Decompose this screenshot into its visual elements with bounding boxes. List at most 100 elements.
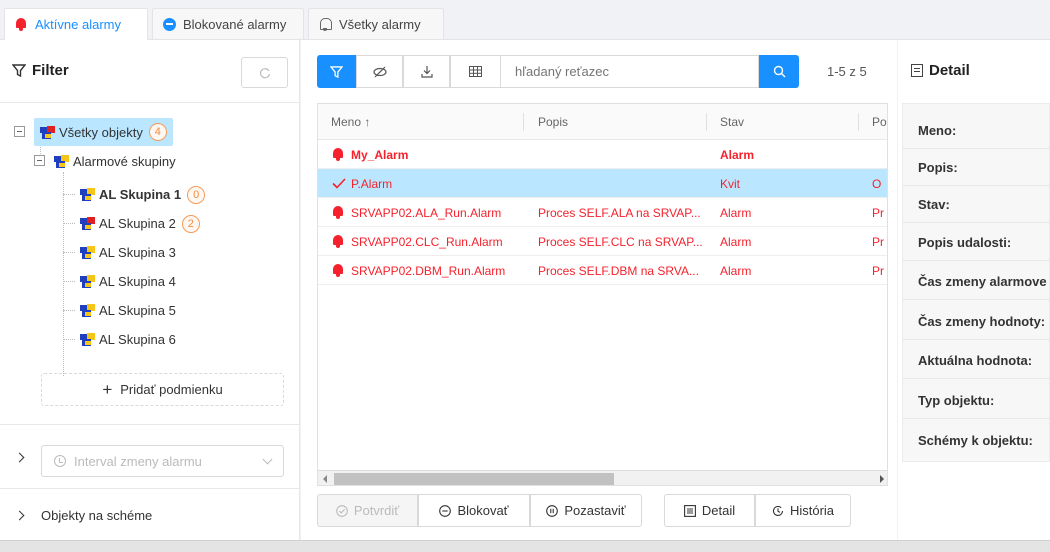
checkmark-icon — [332, 178, 346, 189]
cell-state: Kvit — [720, 176, 741, 191]
table-row[interactable]: SRVAPP02.DBM_Run.Alarm Proces SELF.DBM n… — [318, 256, 887, 285]
object-icon — [80, 333, 95, 346]
detail-field-state: Stav: — [903, 187, 1050, 223]
download-icon — [420, 66, 433, 78]
cell-text: SRVAPP02.DBM_Run.Alarm — [351, 263, 506, 278]
alarm-list-panel: 1-5 z 5 Meno ↑ Popis Stav Po My_Alarm Al… — [301, 40, 897, 552]
history-button[interactable]: História — [755, 494, 851, 527]
tree-line — [63, 223, 75, 224]
plus-icon: + — [102, 380, 113, 399]
scroll-right-icon[interactable] — [880, 475, 884, 483]
chevron-right-icon[interactable] — [14, 452, 25, 463]
tree-node-al-skupina-2[interactable]: AL Skupina 2 2 — [80, 209, 200, 238]
hide-button[interactable] — [356, 55, 403, 88]
scrollbar-thumb[interactable] — [334, 473, 614, 485]
tree-line — [63, 252, 75, 253]
tree-node-label: AL Skupina 3 — [99, 245, 176, 260]
pause-label: Pozastaviť — [564, 503, 626, 518]
column-header-description[interactable]: Popis — [538, 104, 568, 140]
tab-label: Všetky alarmy — [339, 16, 421, 32]
filter-panel: Filter Všetky objekty 4 Alarmové skupiny… — [0, 40, 300, 552]
detail-label: Detail — [701, 503, 736, 518]
cell-state: Alarm — [720, 263, 752, 278]
filter-header: Filter — [0, 40, 300, 103]
cell-name: P.Alarm — [332, 169, 392, 198]
cell-extra: O — [872, 176, 882, 191]
tree-line — [63, 194, 75, 195]
interval-select[interactable]: Interval zmeny alarmu — [41, 445, 284, 477]
pause-button[interactable]: Pozastaviť — [530, 494, 642, 527]
bell-icon — [332, 206, 344, 219]
table-icon — [469, 66, 482, 77]
eye-invisible-icon — [372, 66, 387, 77]
cell-description: Proces SELF.DBM na SRVA... — [538, 263, 699, 278]
table-row[interactable]: SRVAPP02.CLC_Run.Alarm Proces SELF.CLC n… — [318, 227, 887, 256]
filter-toggle-button[interactable] — [317, 55, 356, 88]
table-row[interactable]: SRVAPP02.ALA_Run.Alarm Proces SELF.ALA n… — [318, 198, 887, 227]
detail-title: Detail — [911, 62, 970, 79]
tree-line — [63, 281, 75, 282]
detail-field-value-change-time: Čas zmeny hodnoty: — [903, 304, 1050, 340]
tree-node-al-skupina-1[interactable]: AL Skupina 1 0 — [80, 180, 206, 209]
detail-button[interactable]: Detail — [664, 494, 755, 527]
detail-title-label: Detail — [929, 62, 970, 79]
column-header-state[interactable]: Stav — [720, 104, 744, 140]
tree-node-all-objects[interactable]: Všetky objekty 4 — [34, 118, 173, 146]
tab-all-alarms[interactable]: Všetky alarmy — [308, 8, 444, 40]
objects-on-scheme-label: Objekty na schéme — [41, 507, 153, 523]
collapse-group-toggle[interactable] — [34, 155, 45, 166]
detail-field-object-type: Typ objektu: — [903, 383, 1050, 419]
table-row[interactable]: P.Alarm Kvit O — [318, 169, 887, 198]
interval-placeholder: Interval zmeny alarmu — [74, 453, 202, 469]
objects-on-scheme-row[interactable]: Objekty na schéme — [0, 502, 300, 528]
object-icon — [40, 125, 55, 139]
confirm-button[interactable]: Potvrdiť — [317, 494, 418, 527]
bell-icon — [332, 148, 344, 161]
interval-filter-row: Interval zmeny alarmu — [0, 424, 300, 489]
table-header: Meno ↑ Popis Stav Po — [318, 104, 887, 140]
column-separator — [858, 113, 859, 131]
bell-icon — [332, 235, 344, 248]
column-header-extra[interactable]: Po — [872, 104, 887, 140]
cell-text: SRVAPP02.ALA_Run.Alarm — [351, 205, 502, 220]
cell-state: Alarm — [720, 147, 755, 162]
cell-text: SRVAPP02.CLC_Run.Alarm — [351, 234, 503, 249]
search-button[interactable] — [759, 55, 799, 88]
export-button[interactable] — [403, 55, 450, 88]
tree-node-al-skupina-6[interactable]: AL Skupina 6 — [80, 325, 176, 354]
cell-state: Alarm — [720, 205, 752, 220]
table-row[interactable]: My_Alarm Alarm — [318, 140, 887, 169]
confirm-label: Potvrdiť — [353, 503, 400, 518]
tree-node-al-skupina-4[interactable]: AL Skupina 4 — [80, 267, 176, 296]
detail-field-name: Meno: — [903, 113, 1050, 149]
result-count: 1-5 z 5 — [827, 64, 867, 79]
object-icon — [54, 155, 69, 168]
reset-filter-button[interactable] — [241, 57, 288, 88]
cell-name: SRVAPP02.CLC_Run.Alarm — [332, 227, 503, 256]
search-input[interactable] — [500, 55, 759, 88]
status-strip — [0, 540, 1050, 552]
tab-active-alarms[interactable]: Aktívne alarmy — [4, 8, 148, 40]
filter-title-label: Filter — [32, 62, 69, 79]
column-separator — [706, 113, 707, 131]
tree-node-label: AL Skupina 2 — [99, 216, 176, 231]
tree-node-al-skupina-5[interactable]: AL Skupina 5 — [80, 296, 176, 325]
detail-icon — [911, 64, 923, 77]
tree-node-alarm-groups[interactable]: Alarmové skupiny — [54, 147, 176, 176]
add-condition-button[interactable]: + Pridať podmienku — [41, 373, 284, 406]
horizontal-scrollbar[interactable] — [318, 470, 887, 485]
column-header-name[interactable]: Meno ↑ — [331, 104, 370, 140]
cell-state: Alarm — [720, 234, 752, 249]
tab-blocked-alarms[interactable]: Blokované alarmy — [152, 8, 304, 40]
scroll-left-icon[interactable] — [323, 475, 327, 483]
detail-field-event-description: Popis udalosti: — [903, 225, 1050, 261]
tree-line — [63, 339, 75, 340]
tree-node-al-skupina-3[interactable]: AL Skupina 3 — [80, 238, 176, 267]
block-button[interactable]: Blokovať — [418, 494, 530, 527]
table-columns-button[interactable] — [450, 55, 501, 88]
tab-bar: Aktívne alarmy Blokované alarmy Všetky a… — [0, 0, 1050, 40]
bell-icon — [332, 264, 344, 277]
add-condition-label: Pridať podmienku — [120, 382, 223, 397]
collapse-root-toggle[interactable] — [14, 126, 25, 137]
object-icon — [80, 188, 95, 201]
